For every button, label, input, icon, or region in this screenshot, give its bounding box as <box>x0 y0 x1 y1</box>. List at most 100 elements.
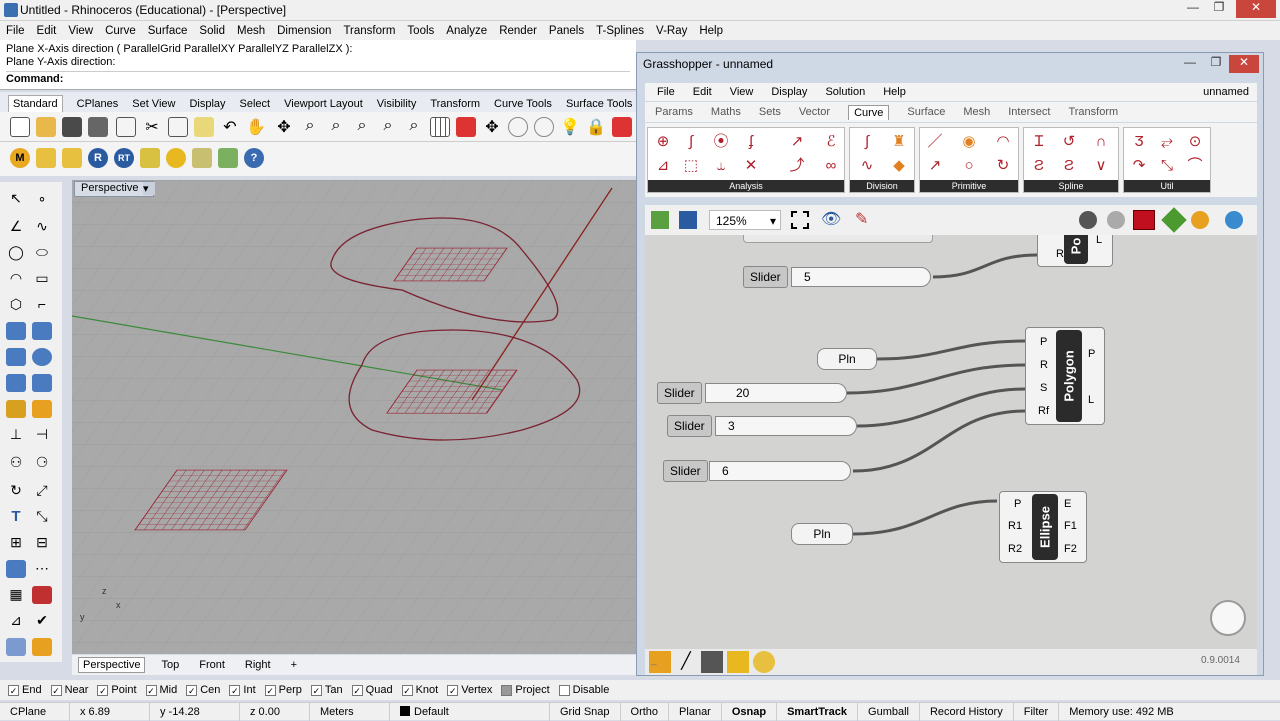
menu-item[interactable]: Edit <box>37 25 57 37</box>
gh-canvas[interactable]: Rf Po L Slider 5 Pln Slider 20 Slider 3 … <box>645 235 1257 649</box>
properties-tool-icon[interactable] <box>6 638 26 656</box>
preview-mode-icon[interactable] <box>1079 211 1097 229</box>
cplane-label[interactable]: CPlane <box>0 702 70 721</box>
menu-item[interactable]: Transform <box>343 25 395 37</box>
osnap-disable[interactable]: Disable <box>558 684 609 696</box>
zoom-all-icon[interactable]: ⌕ <box>404 117 424 137</box>
new-file-icon[interactable] <box>10 117 30 137</box>
tab-set-view[interactable]: Set View <box>132 96 175 112</box>
gh-tab-intersect[interactable]: Intersect <box>1008 106 1050 118</box>
spline-icon[interactable]: ↺ <box>1058 132 1080 152</box>
surface-tool-icon[interactable] <box>6 322 26 340</box>
division-icon[interactable]: ◆ <box>888 156 910 176</box>
spline-icon[interactable]: Ɪ <box>1028 132 1050 152</box>
analysis-icon[interactable]: ⊿ <box>652 156 674 176</box>
util-icon[interactable]: ↷ <box>1128 156 1150 176</box>
analysis-icon[interactable]: ✕ <box>740 156 762 176</box>
render-icon[interactable]: R <box>88 148 108 168</box>
slider-track[interactable]: 3 <box>715 416 857 436</box>
move-icon[interactable]: ✥ <box>482 117 502 137</box>
units-label[interactable]: Meters <box>310 702 390 721</box>
point-icon[interactable]: ∘ <box>32 190 52 208</box>
gh-tab-params[interactable]: Params <box>655 106 693 118</box>
spline-icon[interactable]: Ƨ <box>1058 156 1080 176</box>
save-icon[interactable] <box>62 117 82 137</box>
bake-widget-icon[interactable] <box>727 651 749 673</box>
analysis-icon[interactable]: ↗ <box>786 132 808 152</box>
gh-menu-item[interactable]: View <box>730 86 754 98</box>
light-bulb-icon[interactable]: 💡 <box>560 117 580 137</box>
osnap-perp[interactable]: ✓ Perp <box>264 684 302 696</box>
analysis-icon[interactable]: ⤴ <box>786 156 808 176</box>
check-icon[interactable]: ✓ <box>351 684 363 696</box>
tab-display[interactable]: Display <box>189 96 225 112</box>
dimension-tool-icon[interactable]: ⤡ <box>32 508 52 526</box>
slider-4[interactable]: Slider 6 <box>663 460 853 482</box>
open-file-icon[interactable] <box>651 211 669 229</box>
curve-icon[interactable]: ∿ <box>32 218 52 236</box>
pln-param-1[interactable]: Pln <box>817 348 877 370</box>
grid-snap-toggle[interactable]: Grid Snap <box>550 702 621 721</box>
analyze-tool-icon[interactable]: ▦ <box>6 586 26 604</box>
tab-surface-tools[interactable]: Surface Tools <box>566 96 632 112</box>
zoom-icon[interactable]: ⌕ <box>300 117 320 137</box>
slider-track[interactable]: 20 <box>705 383 847 403</box>
grid-icon[interactable] <box>430 117 450 137</box>
layer-label[interactable]: Default <box>390 702 550 721</box>
sphere-icon[interactable] <box>534 117 554 137</box>
check-icon[interactable]: ✓ <box>97 684 109 696</box>
analysis-icon[interactable]: ⦿ <box>710 132 732 152</box>
wireframe-preview-icon[interactable] <box>1107 211 1125 229</box>
gh-close-icon[interactable]: ✕ <box>1229 55 1259 73</box>
compass-icon[interactable] <box>1210 600 1246 636</box>
slider-track[interactable]: 6 <box>709 461 851 481</box>
help-icon[interactable]: ? <box>244 148 264 168</box>
pan-icon[interactable]: ✋ <box>246 117 266 137</box>
analysis-icon[interactable]: ∞ <box>820 156 842 176</box>
zoom-window-icon[interactable]: ⌕ <box>326 117 346 137</box>
check-icon[interactable]: ✓ <box>8 684 19 696</box>
material-editor-icon[interactable]: M <box>10 148 30 168</box>
gh-tab-surface[interactable]: Surface <box>907 106 945 118</box>
gh-tab-vector[interactable]: Vector <box>799 106 830 118</box>
sketch-widget-icon[interactable]: ╱ <box>675 651 697 673</box>
lock-icon[interactable]: 🔒 <box>586 117 606 137</box>
analysis-icon[interactable]: ⥿ <box>710 156 732 176</box>
gh-tab-transform[interactable]: Transform <box>1068 106 1118 118</box>
checkbox[interactable] <box>558 684 570 696</box>
scale-tool-icon[interactable]: ⤢ <box>32 482 52 500</box>
perspective-viewport[interactable]: y z x <box>72 180 640 654</box>
menu-item[interactable]: File <box>6 25 25 37</box>
close-icon[interactable]: ✕ <box>1236 0 1276 18</box>
command-history[interactable]: Plane X-Axis direction ( ParallelGrid Pa… <box>0 40 636 90</box>
save-file-icon[interactable] <box>679 211 697 229</box>
slider-2[interactable]: Slider 20 <box>657 382 847 404</box>
analysis-icon[interactable]: ∫ <box>680 132 702 152</box>
options-tool-icon[interactable] <box>32 638 52 656</box>
gh-maximize-icon[interactable]: ❐ <box>1203 55 1229 73</box>
gh-tab-sets[interactable]: Sets <box>759 106 781 118</box>
partial-polygon-component[interactable]: Rf Po L <box>1037 235 1113 267</box>
record-history-toggle[interactable]: Record History <box>920 702 1014 721</box>
gumball-toggle[interactable]: Gumball <box>858 702 920 721</box>
polygon-icon[interactable]: ◉ <box>958 132 980 152</box>
analysis-icon[interactable]: ʄ <box>740 132 762 152</box>
rectangle-tool-icon[interactable]: ▭ <box>32 270 52 288</box>
boolean-union-icon[interactable]: ⚇ <box>6 454 26 472</box>
gh-menu-item[interactable]: Help <box>883 86 906 98</box>
ortho-toggle[interactable]: Ortho <box>621 702 670 721</box>
minimize-icon[interactable]: — <box>1180 0 1206 18</box>
select-icon[interactable]: ↖ <box>6 190 26 208</box>
tab-perspective[interactable]: Perspective <box>78 657 146 673</box>
zoom-select[interactable]: 125% ▾ <box>709 210 781 230</box>
proxy-icon[interactable] <box>218 148 238 168</box>
chevron-down-icon[interactable]: ▾ <box>143 182 155 195</box>
menu-item[interactable]: Solid <box>199 25 225 37</box>
zoom-extents-icon[interactable] <box>791 211 809 229</box>
gh-tab-mesh[interactable]: Mesh <box>963 106 990 118</box>
group-tool-icon[interactable]: ⚆ <box>32 454 52 472</box>
gh-menu-item[interactable]: Display <box>771 86 807 98</box>
gh-menu-item[interactable]: Solution <box>825 86 865 98</box>
check-icon[interactable]: ✓ <box>145 684 157 696</box>
export-icon[interactable] <box>116 117 136 137</box>
